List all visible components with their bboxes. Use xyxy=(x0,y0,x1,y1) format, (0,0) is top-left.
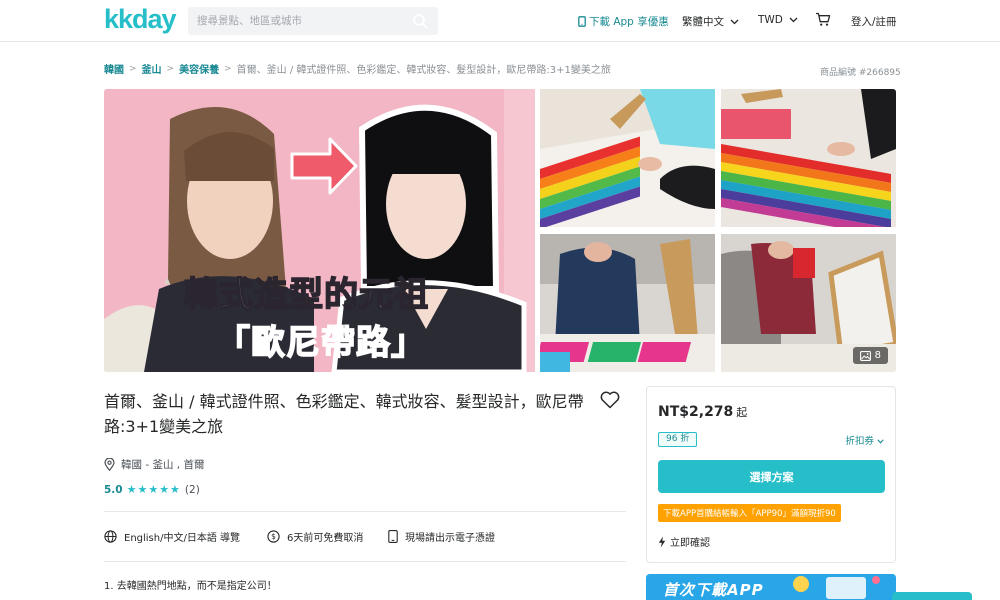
breadcrumb-busan[interactable]: 釜山 xyxy=(142,61,162,76)
heart-icon[interactable] xyxy=(600,391,620,409)
breadcrumb-beauty[interactable]: 美容保養 xyxy=(179,61,219,76)
location-pin-icon xyxy=(104,458,115,471)
globe-icon xyxy=(104,530,117,543)
feature-e-voucher: 現場請出示電子憑證 xyxy=(388,529,495,544)
mobile-voucher-icon xyxy=(388,530,398,543)
lightning-icon xyxy=(658,536,666,547)
hero-caption-line2: 「歐尼帶路」 xyxy=(215,322,426,364)
product-location: 韓國 - 釜山 , 首爾 xyxy=(104,457,204,472)
feature-guide-language: English/中文/日本語 導覽 xyxy=(104,529,267,544)
download-app-banner[interactable]: 首次下載APP xyxy=(646,574,896,600)
feature-guide-label: English/中文/日本語 導覽 xyxy=(124,533,241,544)
download-app-label: 下載 App 享優惠 xyxy=(589,16,669,28)
divider xyxy=(104,561,626,562)
chevron-right-icon: > xyxy=(224,63,232,74)
chevron-down-icon xyxy=(789,17,798,23)
product-id: 商品編號 #266895 xyxy=(820,68,901,78)
location-label: 韓國 - 釜山 , 首爾 xyxy=(121,459,205,471)
breadcrumb-current: 首爾、釜山 / 韓式證件照、色彩鑑定、韓式妝容、髮型設計，歐尼帶路:3+1變美之… xyxy=(236,65,611,76)
cart-icon xyxy=(816,12,831,26)
svg-text:$: $ xyxy=(271,532,276,541)
chevron-down-icon xyxy=(877,439,884,444)
currency-label: TWD xyxy=(758,14,783,26)
coupon-link[interactable]: 折扣券 xyxy=(845,433,884,447)
price-suffix: 起 xyxy=(736,406,748,419)
breadcrumb: 韓國 > 釜山 > 美容保養 > 首爾、釜山 / 韓式證件照、色彩鑑定、韓式妝容… xyxy=(104,61,611,77)
refund-icon: $ xyxy=(267,530,280,543)
phone-icon xyxy=(578,16,586,27)
hero-caption-line1: 韓式造型的元祖 xyxy=(183,274,429,316)
price: NT$2,278 起 xyxy=(658,404,747,420)
product-rating[interactable]: 5.0 ★★★★★ (2) xyxy=(104,483,200,496)
price-value: NT$2,278 xyxy=(658,404,734,420)
search-icon[interactable] xyxy=(412,13,428,29)
app-promo-banner: 下載APP首購結帳輸入「APP90」滿額現折90 xyxy=(658,504,841,522)
gallery-thumbnail-4[interactable]: 8 xyxy=(721,234,896,372)
product-description: 1. 去韓國熱門地點，而不是指定公司！ xyxy=(104,581,277,592)
photo-count-label: 8 xyxy=(874,350,881,361)
chevron-down-icon xyxy=(730,19,739,24)
chevron-right-icon: > xyxy=(166,63,175,74)
divider xyxy=(104,511,626,512)
rating-count: (2) xyxy=(184,483,200,496)
banner-title: 首次下載APP xyxy=(663,581,764,599)
floating-widget-edge[interactable] xyxy=(892,592,972,600)
select-plan-button[interactable]: 選擇方案 xyxy=(658,460,885,493)
cart-button[interactable] xyxy=(815,12,831,30)
feature-cancel-label: 6天前可免費取消 xyxy=(287,533,364,544)
top-header: kkday 下載 App 享優惠 繁體中文 TWD 登入/註冊 xyxy=(0,0,1000,42)
language-selector[interactable]: 繁體中文 xyxy=(682,14,739,29)
feature-free-cancel: $ 6天前可免費取消 xyxy=(267,529,388,544)
product-title: 首爾、釜山 / 韓式證件照、色彩鑑定、韓式妝容、髮型設計，歐尼帶路:3+1變美之… xyxy=(104,392,584,436)
download-app-link[interactable]: 下載 App 享優惠 xyxy=(578,14,669,29)
login-link[interactable]: 登入/註冊 xyxy=(851,14,897,29)
booking-card: NT$2,278 起 96 折 折扣券 選擇方案 下載APP首購結帳輸入「APP9… xyxy=(646,386,896,563)
hero-image[interactable]: 韓式造型的元祖 「歐尼帶路」 xyxy=(104,89,535,372)
rating-score: 5.0 xyxy=(104,483,123,496)
kkday-logo[interactable]: kkday xyxy=(104,4,177,35)
search-bar[interactable] xyxy=(188,7,438,35)
search-input[interactable] xyxy=(188,7,398,35)
gallery-thumbnail-2[interactable] xyxy=(721,89,896,227)
currency-selector[interactable]: TWD xyxy=(758,14,798,26)
product-features: English/中文/日本語 導覽 $ 6天前可免費取消 現場請出示電子憑證 xyxy=(104,529,495,544)
star-icons: ★★★★★ xyxy=(126,483,181,496)
coupon-label: 折扣券 xyxy=(845,436,874,447)
photo-count-badge[interactable]: 8 xyxy=(852,347,888,364)
breadcrumb-korea[interactable]: 韓國 xyxy=(104,61,124,76)
instant-confirm-label: 立即確認 xyxy=(670,538,710,549)
gallery-thumbnail-1[interactable] xyxy=(540,89,715,227)
language-label: 繁體中文 xyxy=(682,16,724,28)
image-icon xyxy=(859,350,871,361)
chevron-right-icon: > xyxy=(129,63,137,74)
gallery-thumbnail-3[interactable] xyxy=(540,234,715,372)
instant-confirm: 立即確認 xyxy=(658,534,710,549)
feature-voucher-label: 現場請出示電子憑證 xyxy=(405,533,495,544)
discount-badge: 96 折 xyxy=(658,432,698,447)
